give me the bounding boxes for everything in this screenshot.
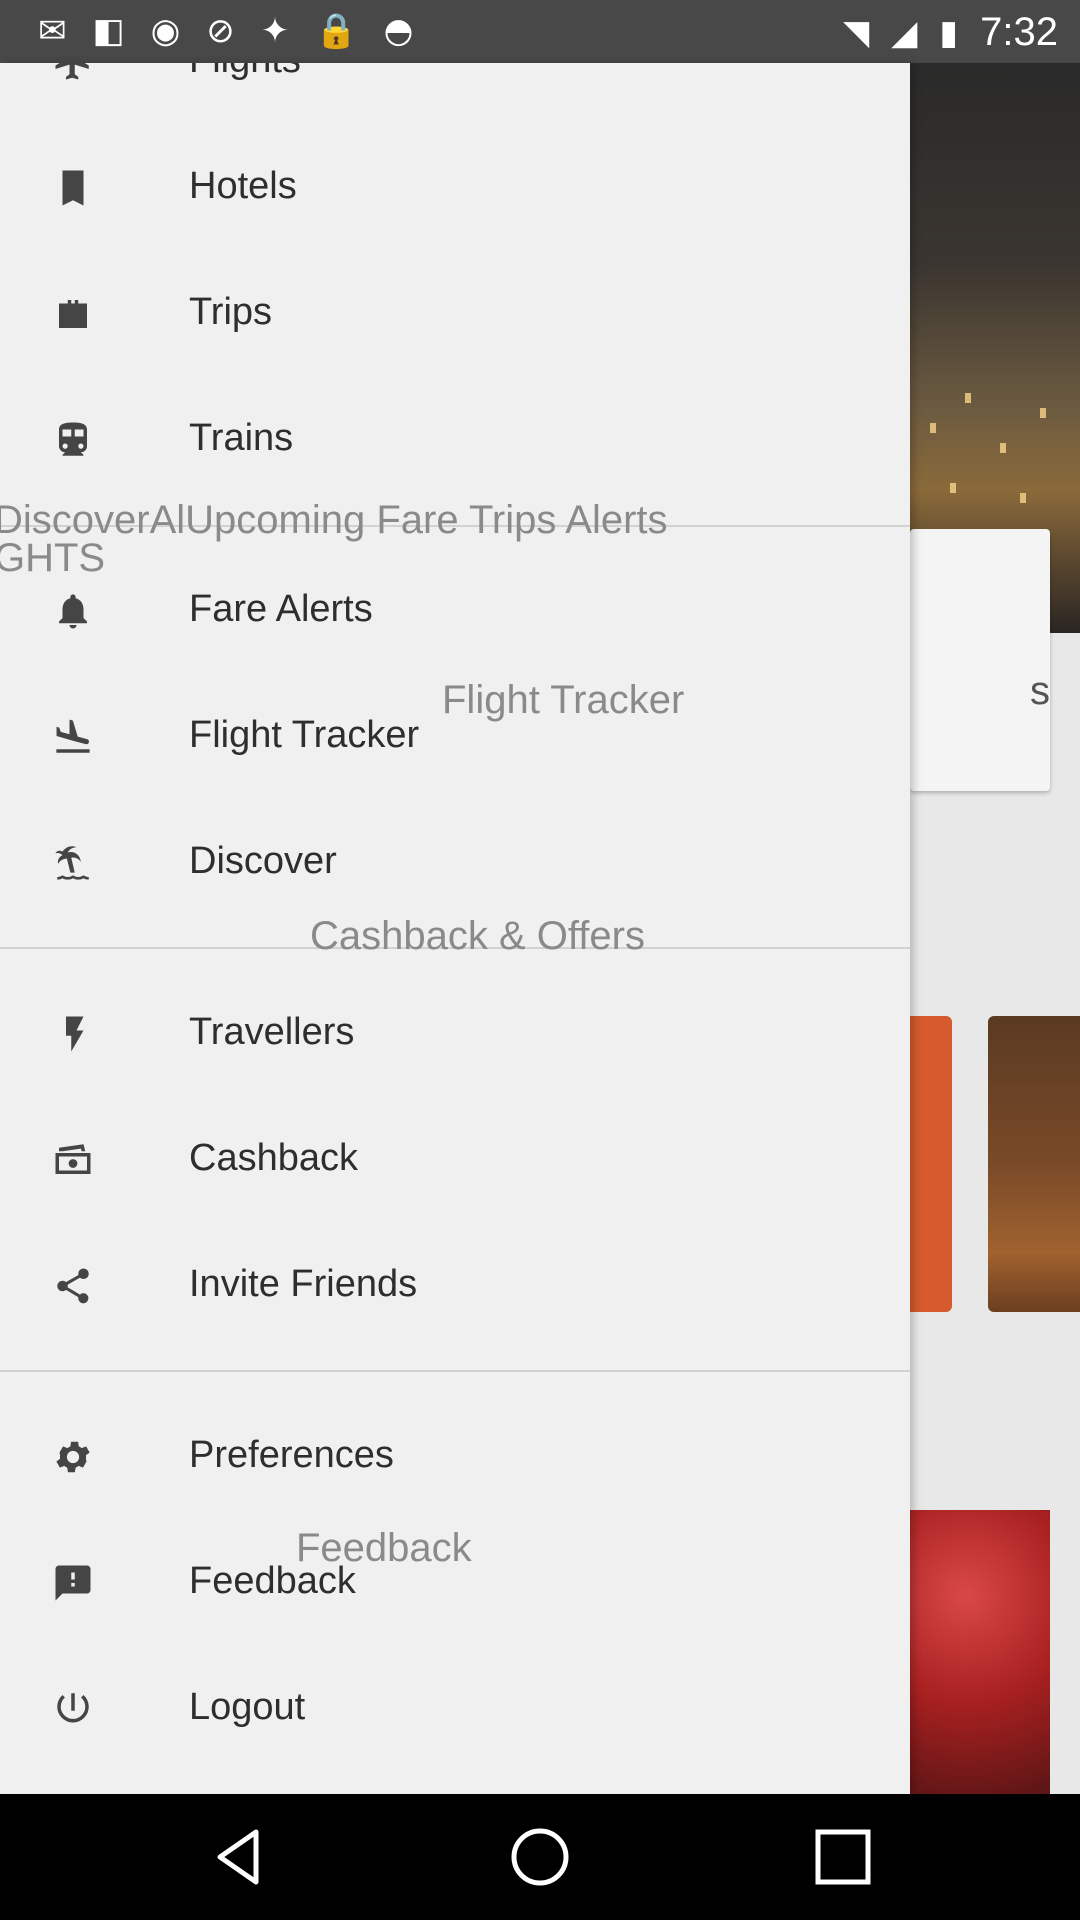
menu-item-logout[interactable]: Logout [0,1644,910,1770]
menu-item-trains[interactable]: Trains [0,375,910,501]
train-icon [48,415,98,465]
menu-item-flights[interactable]: Flights [0,63,910,123]
menu-item-label: Cashback [189,1137,358,1179]
battery-icon: ▮ [939,12,959,53]
flipboard-icon: ◧ [92,11,125,51]
menu-item-label: Fare Alerts [189,588,373,630]
wifi-icon: ◥ [843,12,870,53]
ghost-feedback: Feedback [296,1526,472,1570]
home-button[interactable] [507,1824,573,1890]
hotel-room-image[interactable] [988,1016,1080,1312]
menu-item-travellers[interactable]: Travellers [0,969,910,1095]
recents-button[interactable] [810,1824,876,1890]
back-button[interactable] [206,1824,272,1890]
menu-item-label: Flights [189,63,301,82]
lock-icon: 🔒 [315,11,358,51]
money-icon [48,1135,98,1185]
drawer-divider [0,1370,910,1372]
ghost-cashback-offers: Cashback & Offers [310,914,645,958]
menu-item-label: Logout [189,1686,306,1728]
eye-icon: ◉ [150,11,181,51]
background-card-text: s [1030,669,1050,713]
menu-item-label: Trips [189,291,273,333]
share-icon [48,1261,98,1311]
menu-item-invite-friends[interactable]: Invite Friends [0,1221,910,1347]
menu-item-fare-alerts[interactable]: Fare Alerts [0,546,910,672]
hotel-icon [48,163,98,213]
menu-item-label: Trains [189,417,294,459]
ghost-flight-tracker: Flight Tracker [442,678,685,722]
plane-icon [48,63,98,87]
system-nav-bar [0,1794,1080,1920]
mail-icon: ✉ [38,11,67,51]
fake-gps-icon: ✦ [260,11,290,51]
ghost-header-2: GHTS [0,536,106,580]
status-time: 7:32 [980,10,1058,54]
flight-land-icon [48,712,98,762]
alarm-icon: ⊘ [206,11,235,51]
menu-item-hotels[interactable]: Hotels [0,123,910,249]
status-bar: ✉ ◧ ◉ ⊘ ✦ 🔒 ◓ ◥ ◢ ▮ 7:32 [0,0,1080,63]
destination-image[interactable] [910,1510,1050,1794]
menu-item-label: Discover [189,840,337,882]
menu-item-discover[interactable]: Discover [0,798,910,924]
briefcase-icon [48,289,98,339]
menu-item-cashback[interactable]: Cashback [0,1095,910,1221]
recents-icon [815,1829,871,1885]
flash-icon [48,1009,98,1059]
menu-item-label: Travellers [189,1011,355,1053]
menu-item-preferences[interactable]: Preferences [0,1392,910,1518]
background-card[interactable]: s [910,529,1050,791]
menu-item-label: Preferences [189,1434,394,1476]
offer-card-orange[interactable] [910,1016,952,1312]
menu-item-label: Hotels [189,165,297,207]
bell-icon [48,586,98,636]
power-icon [48,1684,98,1734]
home-icon [511,1828,569,1886]
status-left-icons: ✉ ◧ ◉ ⊘ ✦ 🔒 ◓ [38,14,413,48]
back-icon [217,1829,259,1885]
island-icon [48,838,98,888]
menu-item-label: Invite Friends [189,1263,418,1305]
feedback-icon [48,1558,98,1608]
menu-item-trips[interactable]: Trips [0,249,910,375]
android-icon: ◓ [383,11,414,51]
signal-icon: ◢ [891,12,918,53]
gear-icon [48,1432,98,1482]
status-right: ◥ ◢ ▮ 7:32 [843,10,1058,55]
menu-item-label: Flight Tracker [189,714,420,756]
